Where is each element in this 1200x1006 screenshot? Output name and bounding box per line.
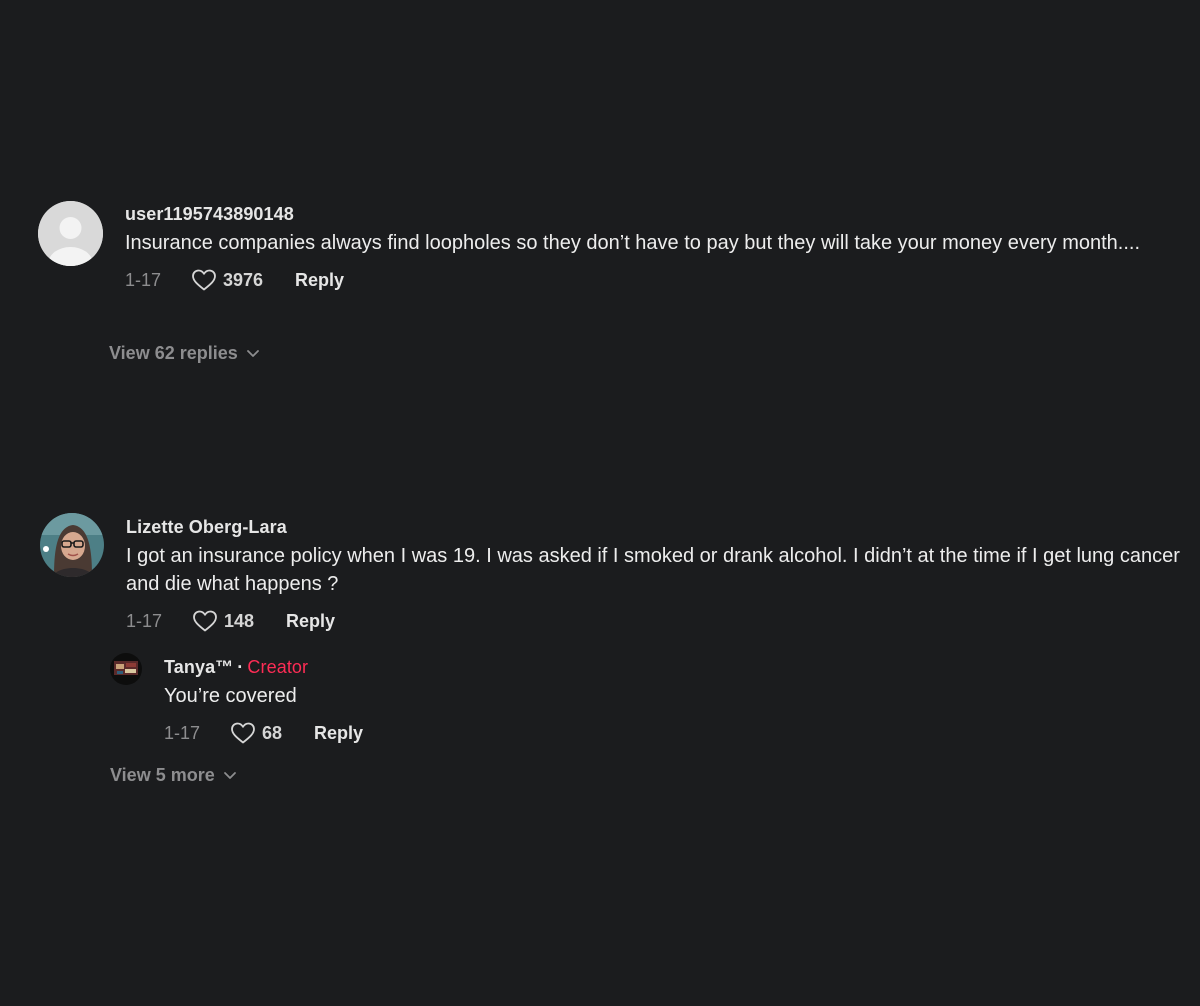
reply-meta: 1-17 68 Reply — [164, 720, 1180, 746]
reply-username-line: Tanya™ · Creator — [164, 656, 1180, 678]
avatar[interactable] — [40, 513, 104, 577]
creator-badge: Creator — [247, 657, 309, 677]
heart-icon — [193, 610, 217, 632]
view-more-replies-button[interactable]: View 5 more — [110, 765, 237, 786]
reply-button[interactable]: Reply — [286, 611, 335, 632]
chevron-down-icon — [246, 349, 259, 357]
like-button[interactable]: 148 — [192, 609, 254, 633]
comment-date: 1-17 — [125, 269, 162, 290]
like-button[interactable]: 3976 — [191, 268, 263, 292]
reply-button[interactable]: Reply — [295, 270, 344, 291]
comment-text: I got an insurance policy when I was 19.… — [126, 545, 1180, 595]
comment-username[interactable]: user1195743890148 — [125, 203, 1180, 225]
like-count: 3976 — [223, 269, 264, 290]
reply-text: You’re covered — [164, 685, 297, 707]
avatar[interactable] — [110, 653, 142, 685]
avatar[interactable] — [38, 201, 103, 266]
comment-date: 1-17 — [126, 610, 163, 631]
heart-icon — [231, 722, 255, 744]
reply-button[interactable]: Reply — [314, 723, 363, 744]
view-replies-button[interactable]: View 62 replies — [109, 343, 260, 364]
like-count: 68 — [262, 722, 283, 743]
reply-username[interactable]: Tanya™ — [164, 657, 233, 677]
profile-photo-icon — [40, 513, 104, 577]
default-user-avatar-icon — [38, 201, 103, 266]
comment-text: Insurance companies always find loophole… — [125, 232, 1140, 254]
view-replies-label: View 62 replies — [109, 343, 238, 363]
comment-meta: 1-17 148 Reply — [126, 608, 1180, 634]
comment-meta: 1-17 3976 Reply — [125, 267, 1180, 293]
like-button[interactable]: 68 — [230, 721, 282, 745]
comments-panel: user1195743890148 Insurance companies al… — [0, 0, 1200, 1006]
separator-dot: · — [237, 657, 244, 677]
chevron-down-icon — [223, 771, 236, 779]
comment-username[interactable]: Lizette Oberg-Lara — [126, 516, 1180, 538]
view-more-label: View 5 more — [110, 765, 215, 785]
heart-icon — [192, 269, 216, 291]
like-count: 148 — [224, 610, 255, 631]
profile-photo-icon — [110, 653, 142, 685]
reply-date: 1-17 — [164, 722, 201, 743]
